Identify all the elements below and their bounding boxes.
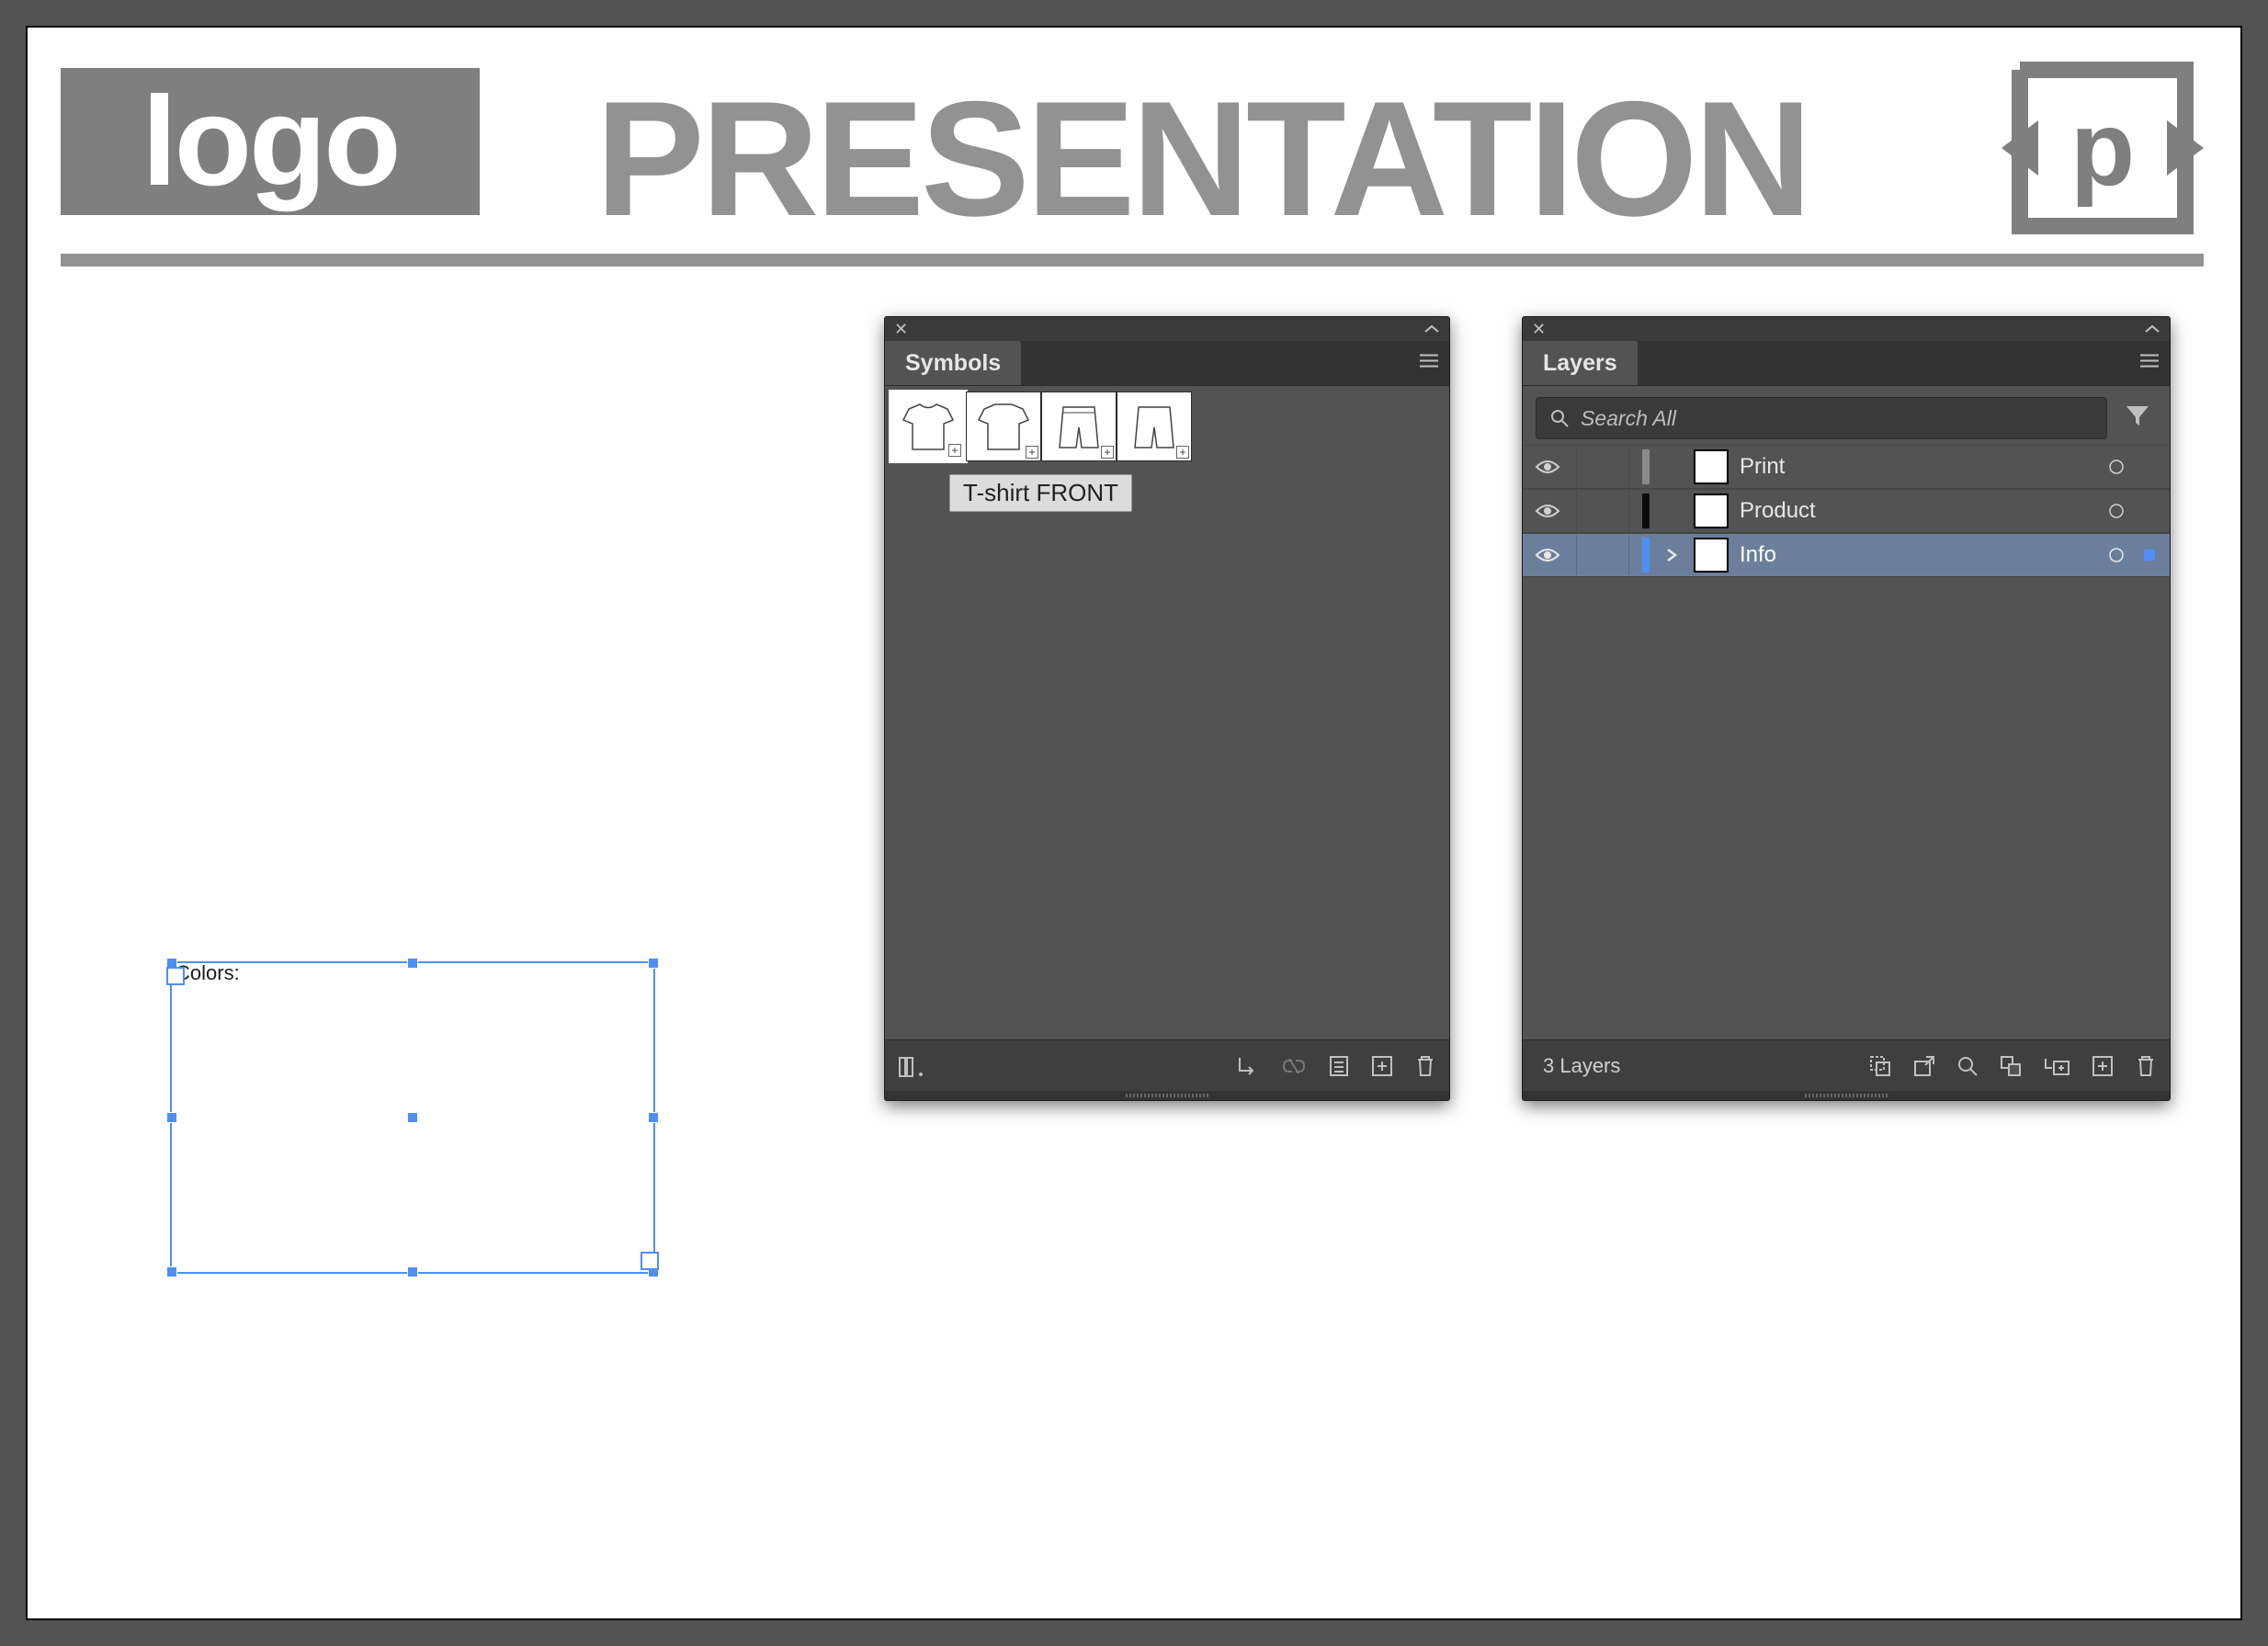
new-symbol-icon[interactable]: [1370, 1054, 1394, 1078]
export-icon[interactable]: [1912, 1054, 1936, 1078]
symbol-item[interactable]: +: [1041, 392, 1117, 461]
logo-text: logo: [142, 69, 398, 215]
close-icon[interactable]: ✕: [894, 320, 908, 339]
selection-box[interactable]: Colors:: [170, 961, 655, 1274]
layer-thumbnail: [1694, 449, 1729, 484]
layers-list: Print Product: [1523, 445, 2170, 577]
layer-thumbnail: [1694, 494, 1729, 528]
locate-object-icon[interactable]: [1956, 1055, 1979, 1077]
tab-layers[interactable]: Layers: [1523, 341, 1638, 385]
layer-target[interactable]: [2104, 459, 2129, 475]
place-symbol-icon[interactable]: [1236, 1054, 1260, 1078]
panel-grip[interactable]: [1523, 1091, 2170, 1100]
layer-name[interactable]: Print: [1740, 454, 2092, 480]
header-divider: [61, 254, 2204, 267]
symbol-item[interactable]: +: [1117, 392, 1192, 461]
close-icon[interactable]: ✕: [1532, 320, 1546, 339]
collapse-icon[interactable]: [1423, 324, 1440, 334]
handle-top-mid[interactable]: [407, 958, 418, 969]
new-layer-icon[interactable]: [2091, 1054, 2115, 1078]
layer-name[interactable]: Product: [1740, 498, 2092, 524]
svg-text:p: p: [2070, 90, 2135, 208]
trash-icon[interactable]: [1414, 1054, 1436, 1078]
text-anchor-tl[interactable]: [166, 967, 185, 985]
symbol-libraries-icon[interactable]: [898, 1054, 925, 1078]
selection-indicator: [2140, 550, 2159, 561]
layer-row[interactable]: Product: [1523, 489, 2170, 533]
selection-label: Colors:: [176, 961, 240, 985]
chevron-right-icon[interactable]: [1661, 547, 1683, 563]
make-clipping-mask-icon[interactable]: [1868, 1054, 1892, 1078]
layer-row[interactable]: Info: [1523, 533, 2170, 577]
panel-menu-icon[interactable]: [2137, 351, 2162, 376]
layer-thumbnail: [1694, 538, 1729, 573]
layer-color: [1642, 538, 1650, 573]
search-input[interactable]: [1581, 406, 2093, 431]
layers-body: Print Product: [1523, 385, 2170, 1039]
panel-tabbar: Layers: [1523, 341, 2170, 385]
symbol-tooltip: T-shirt FRONT: [949, 474, 1132, 512]
panel-tabbar: Symbols: [885, 341, 1449, 385]
layer-color: [1642, 494, 1650, 528]
layers-count: 3 Layers: [1536, 1054, 1620, 1078]
artboard: logo PRESENTATION p Colors: ✕: [26, 26, 2242, 1620]
handle-bottom-mid[interactable]: [407, 1266, 418, 1277]
new-sublayer-icon[interactable]: [2043, 1055, 2070, 1077]
tab-layers-label: Layers: [1543, 350, 1617, 377]
brand-badge: p: [2002, 61, 2204, 235]
text-anchor-br[interactable]: [641, 1252, 659, 1270]
handle-top-right[interactable]: [648, 958, 659, 969]
symbol-item[interactable]: +: [890, 392, 966, 461]
tab-symbols-label: Symbols: [905, 350, 1001, 377]
visibility-icon[interactable]: [1532, 458, 1563, 476]
symbols-body: + + + + T-shirt FRONT: [885, 385, 1449, 1039]
handle-mid-left[interactable]: [166, 1112, 177, 1123]
symbol-options-icon[interactable]: [1328, 1054, 1350, 1078]
visibility-icon[interactable]: [1532, 546, 1563, 564]
symbols-row: + + + +: [890, 392, 1192, 461]
logo-box: logo: [61, 68, 480, 215]
break-link-icon[interactable]: [1280, 1057, 1308, 1075]
search-icon: [1549, 408, 1570, 428]
trash-icon[interactable]: [2135, 1054, 2157, 1078]
panel-menu-icon[interactable]: [1416, 351, 1442, 376]
tab-symbols[interactable]: Symbols: [885, 341, 1021, 385]
panel-symbols-header[interactable]: ✕: [885, 317, 1449, 341]
layer-target[interactable]: [2104, 503, 2129, 519]
collect-layer-icon[interactable]: [1999, 1054, 2023, 1078]
visibility-icon[interactable]: [1532, 502, 1563, 520]
layer-row[interactable]: Print: [1523, 445, 2170, 489]
panel-grip[interactable]: [885, 1091, 1449, 1100]
handle-bottom-left[interactable]: [166, 1266, 177, 1277]
dynamic-symbol-icon: +: [1026, 446, 1038, 459]
layer-color: [1642, 449, 1650, 484]
layer-target[interactable]: [2104, 547, 2129, 563]
layers-search-row: [1536, 397, 2157, 439]
panel-symbols[interactable]: ✕ Symbols + +: [884, 316, 1450, 1101]
layers-footer: 3 Layers: [1523, 1039, 2170, 1091]
panel-layers[interactable]: ✕ Layers: [1522, 316, 2171, 1101]
symbols-footer: [885, 1039, 1449, 1091]
symbol-item[interactable]: +: [966, 392, 1041, 461]
layer-name[interactable]: Info: [1740, 542, 2092, 568]
page-title: PRESENTATION: [595, 64, 1809, 253]
dynamic-symbol-icon: +: [1101, 446, 1114, 459]
dynamic-symbol-icon: +: [948, 444, 961, 457]
handle-center[interactable]: [407, 1112, 418, 1123]
filter-icon[interactable]: [2118, 397, 2157, 439]
dynamic-symbol-icon: +: [1176, 446, 1189, 459]
handle-mid-right[interactable]: [648, 1112, 659, 1123]
panel-layers-header[interactable]: ✕: [1523, 317, 2170, 341]
layers-search[interactable]: [1536, 397, 2107, 439]
collapse-icon[interactable]: [2144, 324, 2160, 334]
